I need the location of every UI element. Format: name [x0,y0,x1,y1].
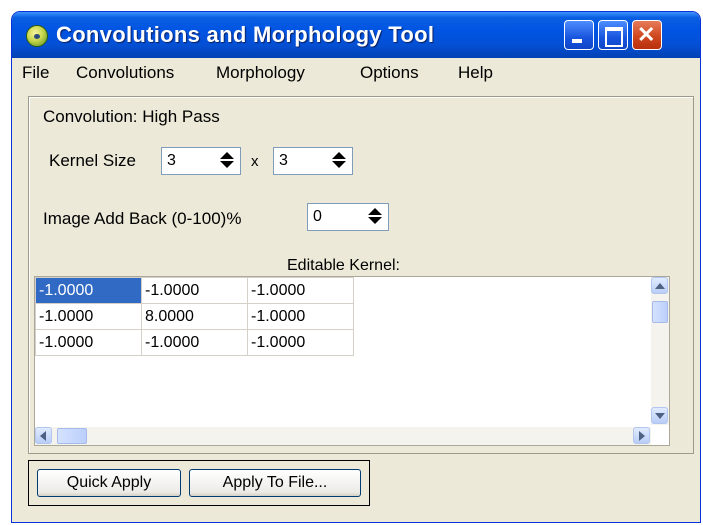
scroll-up-button[interactable] [651,277,668,294]
table-row: -1.0000 -1.0000 -1.0000 [35,329,354,356]
title-bar[interactable]: Convolutions and Morphology Tool ✕ [12,12,700,58]
scroll-down-button[interactable] [651,407,668,424]
kernel-cell[interactable]: -1.0000 [247,277,354,304]
chevron-down-icon [655,413,665,419]
vertical-scroll-thumb[interactable] [652,301,668,323]
window-title: Convolutions and Morphology Tool [56,22,435,47]
close-button[interactable]: ✕ [632,20,662,50]
editable-kernel-label: Editable Kernel: [287,257,400,274]
minimize-icon [572,39,582,43]
minimize-button[interactable] [564,20,594,50]
quick-apply-button[interactable]: Quick Apply [37,469,181,497]
kernel-rows-spinner[interactable]: 3 [161,147,241,175]
horizontal-scrollbar[interactable] [35,427,651,445]
tool-window: Convolutions and Morphology Tool ✕ File … [12,12,700,522]
kernel-cell[interactable]: -1.0000 [35,277,142,304]
kernel-cell[interactable]: -1.0000 [247,329,354,356]
table-row: -1.0000 -1.0000 -1.0000 [35,277,354,304]
kernel-cell[interactable]: -1.0000 [35,303,142,330]
kernel-cols-value: 3 [279,152,288,169]
times-label: x [251,153,259,170]
kernel-cols-spinner[interactable]: 3 [273,147,353,175]
maximize-icon [605,27,623,47]
action-bar: Quick Apply Apply To File... [28,460,370,506]
horizontal-scroll-thumb[interactable] [57,428,87,444]
app-icon [26,25,48,47]
chevron-left-icon [40,431,46,441]
menu-bar: File Convolutions Morphology Options Hel… [12,60,700,86]
kernel-cell[interactable]: 8.0000 [141,303,248,330]
kernel-grid: -1.0000 -1.0000 -1.0000 -1.0000 8.0000 -… [34,276,670,446]
scroll-right-button[interactable] [633,427,650,444]
vertical-scrollbar[interactable] [651,277,669,425]
kernel-cell[interactable]: -1.0000 [141,277,248,304]
scroll-left-button[interactable] [35,427,52,444]
kernel-cell[interactable]: -1.0000 [247,303,354,330]
spinner-arrows-icon[interactable] [220,152,234,170]
chevron-up-icon [655,283,665,289]
table-row: -1.0000 8.0000 -1.0000 [35,303,354,330]
kernel-table: -1.0000 -1.0000 -1.0000 -1.0000 8.0000 -… [35,277,354,356]
chevron-right-icon [639,431,645,441]
spinner-arrows-icon[interactable] [332,152,346,170]
add-back-spinner[interactable]: 0 [307,203,389,231]
close-icon: ✕ [637,22,656,47]
add-back-value: 0 [313,208,322,225]
kernel-cell[interactable]: -1.0000 [35,329,142,356]
menu-morphology[interactable]: Morphology [216,63,305,83]
menu-convolutions[interactable]: Convolutions [76,63,174,83]
apply-to-file-button[interactable]: Apply To File... [189,469,361,497]
menu-file[interactable]: File [22,63,49,83]
menu-help[interactable]: Help [458,63,493,83]
kernel-cell[interactable]: -1.0000 [141,329,248,356]
kernel-size-label: Kernel Size [49,151,136,170]
add-back-label: Image Add Back (0-100)% [43,209,242,228]
spinner-arrows-icon[interactable] [368,208,382,226]
convolution-type-label: Convolution: High Pass [43,107,220,126]
kernel-rows-value: 3 [167,152,176,169]
maximize-button[interactable] [598,20,628,50]
menu-options[interactable]: Options [360,63,419,83]
